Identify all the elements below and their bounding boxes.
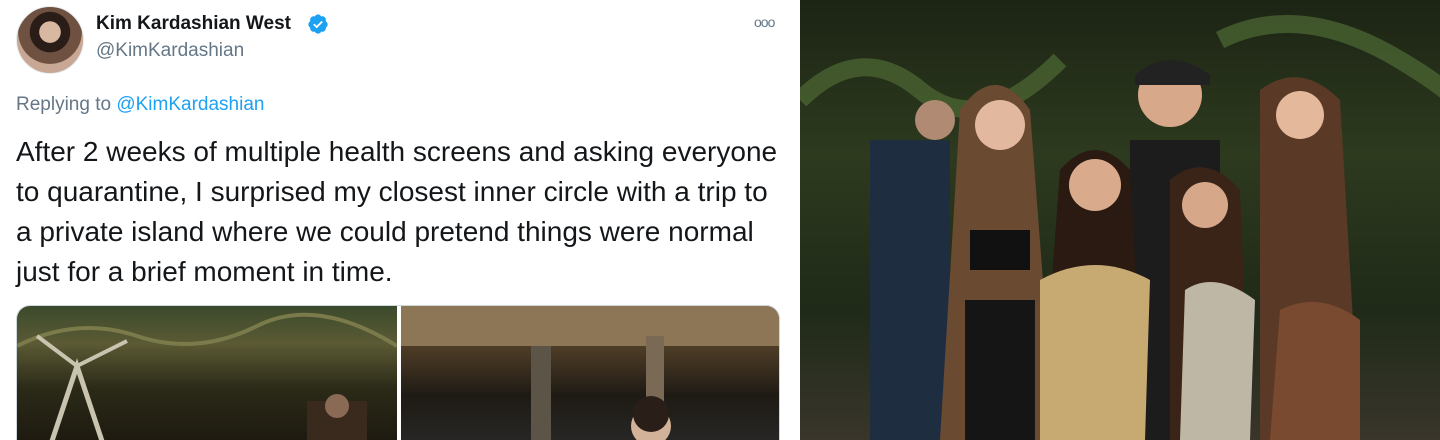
tweet-media[interactable] — [16, 305, 780, 440]
tweet-card: Kim Kardashian West @KimKardashian ooo R… — [0, 0, 797, 440]
photo2-scene — [401, 306, 779, 440]
photo1-scene — [17, 312, 399, 440]
media-photo-1[interactable] — [17, 306, 399, 440]
group-photo-scene — [800, 15, 1440, 440]
user-handle[interactable]: @KimKardashian — [96, 40, 244, 62]
tweet-text: After 2 weeks of multiple health screens… — [16, 136, 778, 287]
media-photo-2[interactable] — [401, 306, 779, 440]
display-name[interactable]: Kim Kardashian West — [96, 13, 291, 35]
replying-handle-link[interactable]: @KimKardashian — [116, 94, 264, 115]
verified-badge-icon — [308, 14, 328, 34]
avatar[interactable] — [16, 6, 84, 74]
group-photo — [800, 0, 1440, 440]
replying-prefix: Replying to — [16, 94, 117, 115]
replying-to: Replying to @KimKardashian — [16, 94, 264, 116]
more-options-icon[interactable]: ooo — [754, 14, 775, 30]
